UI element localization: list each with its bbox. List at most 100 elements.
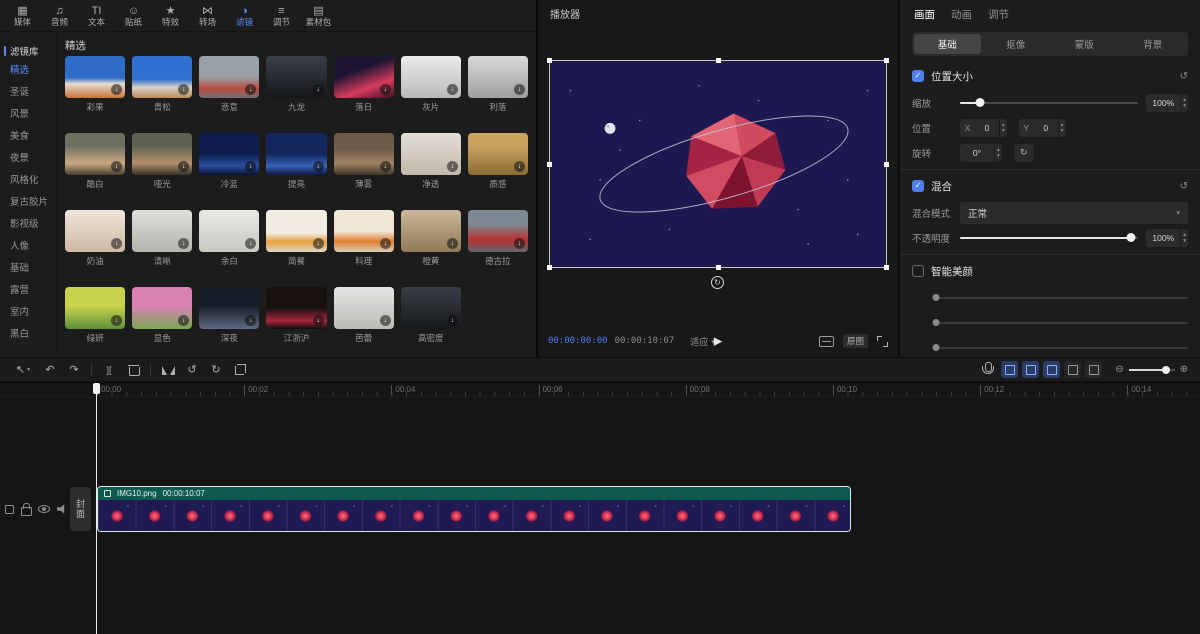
filter-thumbnail[interactable] [199,133,259,175]
download-icon[interactable] [245,84,256,95]
filter-thumbnail[interactable] [266,133,326,175]
download-icon[interactable] [514,238,525,249]
download-icon[interactable] [178,238,189,249]
filter-category-item[interactable]: 风景 [0,104,56,126]
properties-tab[interactable]: 调节 [988,7,1009,22]
preview-axis-toggle[interactable] [1064,361,1081,378]
filter-thumbnail[interactable] [132,210,192,252]
download-icon[interactable] [380,84,391,95]
filter-thumbnail[interactable] [468,133,528,175]
media-toolbar-tab[interactable]: ◑ 滤镜 [226,1,263,31]
filter-thumbnail[interactable] [334,133,394,175]
filter-item[interactable]: 显色 [132,287,192,344]
rotate-stepper[interactable] [994,144,1002,162]
reset-icon[interactable] [1180,181,1188,192]
position-y-stepper[interactable] [1058,119,1066,137]
filter-category-item[interactable]: 美食 [0,126,56,148]
selection-handle[interactable] [884,162,889,167]
media-toolbar-tab[interactable]: ☺ 贴纸 [115,1,152,31]
media-toolbar-tab[interactable]: ⋈ 转场 [189,1,226,31]
filter-item[interactable]: 芭蕾 [334,287,394,344]
filter-item[interactable]: 德古拉 [468,210,528,267]
filter-thumbnail[interactable] [65,133,125,175]
playhead[interactable] [96,383,97,634]
download-icon[interactable] [447,84,458,95]
filter-item[interactable]: 悲意 [199,56,259,113]
download-icon[interactable] [111,315,122,326]
filter-category-item[interactable]: 风格化 [0,170,56,192]
blend-checkbox[interactable] [912,180,924,192]
position-x-stepper[interactable] [999,119,1007,137]
selection-handle[interactable] [716,58,721,63]
hide-track-icon[interactable] [38,505,50,513]
download-icon[interactable] [111,84,122,95]
download-icon[interactable] [380,315,391,326]
lock-track-icon[interactable] [21,503,31,515]
filter-item[interactable]: 料理 [334,210,394,267]
timeline-ruler[interactable]: 00:00 00:02 00:04 00:06 00:08 00:10 00:1… [0,383,1200,397]
download-icon[interactable] [313,84,324,95]
filter-category-item[interactable]: 精选 [0,60,56,82]
timeline-zoom-slider[interactable] [1129,369,1175,371]
filter-item[interactable]: 冷蓝 [199,133,259,190]
filter-category-item[interactable]: 圣诞 [0,82,56,104]
scale-value[interactable]: 100% [1146,94,1180,112]
properties-tab[interactable]: 画面 [914,7,935,22]
properties-subtab[interactable]: 背景 [1120,34,1187,54]
filter-thumbnail[interactable] [65,287,125,329]
mute-track-icon[interactable] [57,504,67,514]
filter-thumbnail[interactable] [266,210,326,252]
filter-item[interactable]: 净透 [401,133,461,190]
download-icon[interactable] [245,315,256,326]
beauty-slider[interactable] [936,297,1188,299]
rotate-value[interactable]: 0° [960,144,994,162]
filter-thumbnail[interactable] [266,56,326,98]
zoom-out-icon[interactable] [1115,364,1123,375]
select-tool-button[interactable] [8,361,38,379]
filter-category-item[interactable]: 基础 [0,258,56,280]
filter-item[interactable]: 简餐 [266,210,326,267]
filter-item[interactable]: 薄雾 [334,133,394,190]
properties-tab[interactable]: 动画 [951,7,972,22]
filter-thumbnail[interactable] [334,56,394,98]
filter-thumbnail[interactable] [199,287,259,329]
rotate-clip-button[interactable] [204,361,228,379]
filter-item[interactable]: 落日 [334,56,394,113]
filter-item[interactable]: 清晰 [132,210,192,267]
download-icon[interactable] [245,161,256,172]
filter-item[interactable]: 青松 [132,56,192,113]
download-icon[interactable] [111,161,122,172]
beauty-checkbox[interactable] [912,265,924,277]
main-track-magnet-toggle[interactable] [1001,361,1018,378]
filter-thumbnail[interactable] [468,210,528,252]
filter-item[interactable]: 提亮 [266,133,326,190]
crop-button[interactable] [228,361,252,379]
filter-thumbnail[interactable] [401,133,461,175]
filter-thumbnail[interactable] [334,210,394,252]
download-icon[interactable] [178,161,189,172]
selection-handle[interactable] [716,265,721,270]
filter-item[interactable]: 余白 [199,210,259,267]
filter-category-item[interactable]: 影视级 [0,214,56,236]
filter-thumbnail[interactable] [266,287,326,329]
filter-item[interactable]: 高密度 [401,287,461,344]
global-zoom-toggle[interactable] [1085,361,1102,378]
download-icon[interactable] [313,315,324,326]
quality-button[interactable]: 原图 [843,334,868,348]
scale-slider[interactable] [960,102,1138,104]
auto-snap-toggle[interactable] [1022,361,1039,378]
filter-item[interactable]: 橙黄 [401,210,461,267]
opacity-stepper[interactable] [1180,229,1188,247]
opacity-slider[interactable] [960,237,1138,239]
redo-button[interactable] [62,361,86,379]
filter-item[interactable]: 质感 [468,133,528,190]
split-button[interactable] [97,361,121,379]
opacity-value[interactable]: 100% [1146,229,1180,247]
download-icon[interactable] [380,238,391,249]
beauty-slider[interactable] [936,322,1188,324]
filter-category-item[interactable]: 复古胶片 [0,192,56,214]
download-icon[interactable] [178,84,189,95]
filter-item[interactable]: 彩果 [65,56,125,113]
filter-category-item[interactable]: 人像 [0,236,56,258]
filter-thumbnail[interactable] [132,133,192,175]
